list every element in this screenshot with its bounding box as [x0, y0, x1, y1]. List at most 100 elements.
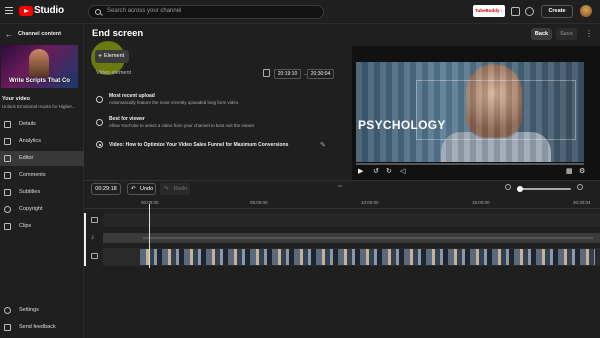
sidebar-item-label: Copyright: [19, 206, 43, 212]
video-filmstrip[interactable]: [140, 249, 595, 265]
volume-icon[interactable]: ◁: [400, 167, 405, 175]
search-input[interactable]: Search across your channel: [88, 5, 324, 19]
back-button[interactable]: Back: [531, 28, 552, 40]
lane-selection-marker: [84, 213, 86, 266]
create-button[interactable]: Create: [541, 5, 573, 18]
sidebar-item-label: Send feedback: [19, 324, 56, 330]
sidebar-item-feedback[interactable]: Send feedback: [0, 320, 84, 335]
tubebuddy-button[interactable]: TubeBuddy ↓: [473, 5, 505, 17]
rewind-icon[interactable]: ↺: [373, 167, 379, 175]
edit-pencil-icon[interactable]: ✎: [320, 141, 326, 149]
page-title: End screen: [92, 28, 144, 39]
sidebar-item-details[interactable]: Details: [0, 117, 84, 132]
thumbnail-caption: Write Scripts That Co: [9, 78, 70, 84]
search-placeholder: Search across your channel: [107, 8, 182, 14]
divider: [84, 180, 600, 181]
save-button[interactable]: Save: [556, 28, 577, 40]
redo-icon: ↷: [164, 186, 169, 192]
option-title: Best for viewer: [109, 116, 145, 122]
gear-icon[interactable]: ⚙: [579, 167, 585, 175]
undo-button[interactable]: ↶ Undo: [127, 183, 156, 195]
ruler-divider: [84, 208, 600, 209]
sidebar-item-copyright[interactable]: Copyright: [0, 202, 84, 217]
timeline-tick: 20:30:04: [573, 200, 591, 205]
start-time-input[interactable]: 20:19:10: [274, 69, 301, 79]
sidebar-item-comments[interactable]: Comments: [0, 168, 84, 183]
zoom-out-icon[interactable]: [505, 184, 511, 190]
option-title: Most recent upload: [109, 93, 155, 99]
undo-label: Undo: [140, 186, 154, 192]
copyright-icon: [4, 206, 11, 213]
preview-overlay-stripes: [356, 62, 584, 162]
subtitles-icon: [4, 189, 11, 196]
video-frame[interactable]: [356, 62, 584, 162]
back-arrow-icon[interactable]: ←: [5, 30, 13, 39]
audio-track[interactable]: [103, 233, 600, 243]
sidebar-item-label: Subtitles: [19, 189, 41, 195]
timeline-tick: 05:00:00: [250, 200, 268, 205]
thumbnail-person: [29, 49, 49, 77]
film-icon: [4, 155, 11, 162]
add-element-button[interactable]: + Element: [95, 50, 129, 63]
grid-icon[interactable]: ▦: [566, 167, 573, 175]
zoom-slider-knob[interactable]: [517, 186, 523, 192]
sidebar-item-subtitles[interactable]: Subtitles: [0, 185, 84, 200]
pencil-icon: [4, 121, 11, 128]
menu-icon[interactable]: [5, 7, 13, 16]
option-description: Automatically feature the most recently …: [109, 100, 239, 105]
youtube-logo-icon[interactable]: [19, 6, 33, 16]
search-icon: [95, 9, 101, 15]
zoom-in-icon[interactable]: [577, 184, 583, 190]
comment-icon: [4, 172, 11, 179]
feedback-icon: [4, 324, 11, 331]
video-thumbnail[interactable]: Write Scripts That Co: [1, 45, 78, 88]
redo-label: Redo: [174, 186, 188, 192]
radio-most-recent[interactable]: [96, 96, 103, 103]
sidebar-header: Channel content: [18, 31, 62, 37]
end-time-input[interactable]: 20:30:04: [307, 69, 334, 79]
video-title: Unlock Emotional Hooks for Higher...: [2, 104, 76, 109]
top-bar: Studio Search across your channel TubeBu…: [0, 0, 600, 24]
sidebar-item-label: Clips: [19, 223, 32, 229]
more-options-icon[interactable]: ⋮: [585, 29, 593, 38]
radio-specific-video[interactable]: [96, 141, 103, 148]
end-screen-track[interactable]: [103, 213, 600, 227]
sidebar-item-label: Comments: [19, 172, 46, 178]
help-icon[interactable]: [525, 7, 534, 16]
comment-icon[interactable]: [511, 7, 520, 16]
preview-overlay-text: PSYCHOLOGY: [358, 118, 446, 132]
sidebar: ← Channel content Write Scripts That Co …: [0, 24, 84, 338]
redo-button[interactable]: ↷ Redo: [160, 183, 190, 195]
radio-best-for-viewer[interactable]: [96, 119, 103, 126]
timecode-input[interactable]: 00:29:18: [91, 183, 121, 195]
your-video-label: Your video: [2, 96, 31, 102]
zoom-slider[interactable]: [519, 188, 571, 190]
app-title: Studio: [34, 5, 64, 16]
music-note-icon: ♪: [91, 234, 95, 241]
play-icon[interactable]: ▶: [358, 167, 363, 175]
sidebar-item-analytics[interactable]: Analytics: [0, 134, 84, 149]
sidebar-item-label: Analytics: [19, 138, 42, 144]
timeline-tick: 15:00:00: [472, 200, 490, 205]
video-camera-icon: [91, 253, 98, 259]
sidebar-item-editor[interactable]: Editor: [0, 151, 84, 166]
avatar[interactable]: [580, 5, 592, 17]
add-element-label: Element: [104, 53, 125, 59]
end-screen-lane-icon: [91, 217, 98, 223]
video-element-label: Video element: [96, 70, 132, 76]
sidebar-item-label: Details: [19, 121, 36, 127]
playhead[interactable]: [149, 204, 150, 268]
bar-chart-icon: [4, 138, 11, 145]
preview-progress-bar[interactable]: [356, 163, 584, 165]
sidebar-item-clips[interactable]: Clips: [0, 219, 84, 234]
gear-icon: [4, 307, 11, 314]
scissors-icon: [4, 223, 11, 230]
calendar-icon: [263, 69, 270, 77]
undo-icon: ↶: [131, 186, 136, 192]
option-description: Allow YouTube to select a video from you…: [109, 123, 255, 128]
resize-handle-icon[interactable]: ═: [338, 184, 342, 190]
timeline-tick: 10:00:00: [361, 200, 379, 205]
forward-icon[interactable]: ↻: [386, 167, 392, 175]
option-title: Video: How to Optimize Your Video Sales …: [109, 142, 289, 148]
sidebar-item-settings[interactable]: Settings: [0, 303, 84, 318]
